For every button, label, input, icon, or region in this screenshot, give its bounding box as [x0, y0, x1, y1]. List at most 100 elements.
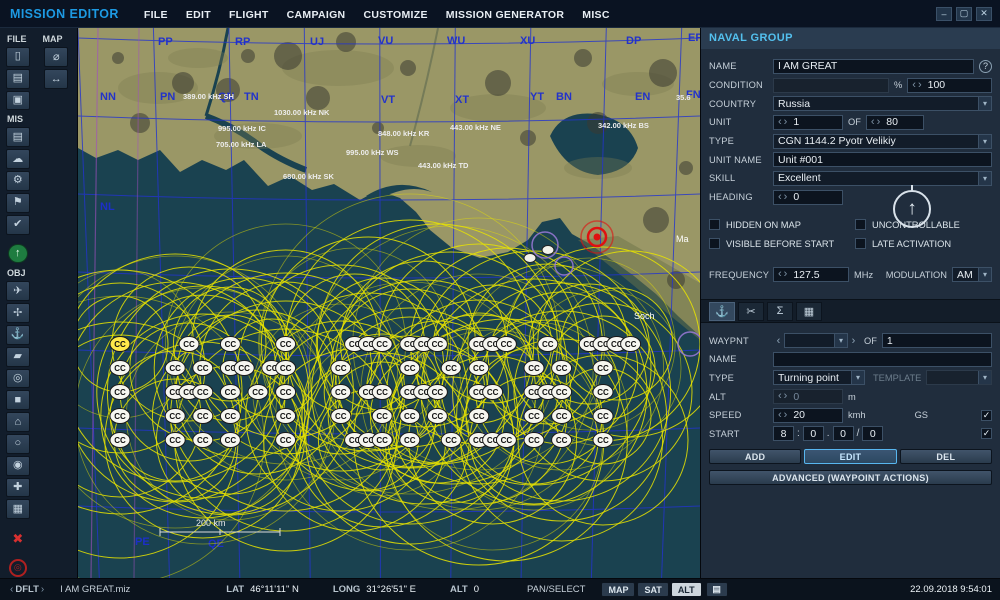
unit-badge[interactable]: CC [482, 384, 504, 400]
unit-badge[interactable]: CC [164, 408, 186, 424]
add-warehouse-button[interactable]: ▦ [5, 499, 30, 520]
unit-icon[interactable] [523, 253, 537, 263]
unit-badge[interactable]: CC [275, 336, 297, 352]
unit-badge[interactable]: CC [164, 360, 186, 376]
unit-badge[interactable]: CC [426, 408, 448, 424]
view-map-button[interactable]: MAP [601, 582, 636, 597]
unit-badge[interactable]: CC [192, 408, 214, 424]
unit-badge[interactable]: CC [551, 384, 573, 400]
spin-left-icon[interactable]: ‹ [778, 116, 782, 128]
country-select[interactable]: Russia ▾ [773, 96, 992, 112]
unit-badge[interactable]: CC [219, 432, 241, 448]
unit-badge[interactable]: CC [164, 432, 186, 448]
unit-badge[interactable]: CC [399, 408, 421, 424]
unit-badge[interactable]: CC [109, 408, 131, 424]
coord-mode[interactable]: DFLT [15, 584, 39, 595]
close-button[interactable]: ✕ [976, 6, 992, 21]
measure-tool-button[interactable]: ⌀ [44, 47, 69, 67]
map-layers-button[interactable]: ▤ [705, 582, 728, 597]
fly-mission-button[interactable]: ↑ [7, 243, 28, 264]
unit-badge[interactable]: CC [495, 432, 517, 448]
coord-mode-prev-button[interactable]: ‹ [10, 584, 13, 595]
advanced-waypoint-actions-button[interactable]: ADVANCED (WAYPOINT ACTIONS) [709, 470, 992, 486]
unit-badge[interactable]: CC [620, 336, 642, 352]
unit-name-input[interactable]: Unit #001 [773, 152, 992, 168]
unit-badge[interactable]: CC [592, 432, 614, 448]
heading-compass[interactable]: ↑ [893, 190, 931, 228]
start-hours-input[interactable]: 8 [773, 426, 794, 442]
next-waypoint-button[interactable]: › [848, 335, 859, 347]
add-building-button[interactable]: ⌂ [5, 412, 30, 432]
start-seconds-input[interactable]: 0 [832, 426, 854, 442]
unit-badge[interactable]: CC [551, 408, 573, 424]
tab-waypoints[interactable]: ⚓ [709, 301, 735, 321]
unit-badge[interactable]: CC [192, 360, 214, 376]
menu-edit[interactable]: EDIT [177, 9, 220, 21]
spin-right-icon[interactable]: › [784, 409, 788, 421]
unit-badge[interactable]: CC [192, 384, 214, 400]
edit-waypoint-button[interactable]: EDIT [804, 449, 897, 465]
unit-badge[interactable]: CC [247, 384, 269, 400]
unit-badge[interactable]: CC [109, 432, 131, 448]
tab-payload[interactable]: ▦ [796, 301, 822, 321]
unit-badge[interactable]: CC [219, 408, 241, 424]
unit-badge[interactable]: CC [440, 432, 462, 448]
checkbox-box[interactable] [709, 219, 720, 230]
spin-left-icon[interactable]: ‹ [912, 79, 916, 91]
unit-icon[interactable] [541, 245, 555, 255]
mission-options-button[interactable]: ⚙ [5, 171, 30, 191]
menu-file[interactable]: FILE [135, 9, 177, 21]
ed-logo[interactable]: ◎ [8, 559, 27, 577]
unit-badge[interactable]: CC [592, 408, 614, 424]
speed-spinner[interactable]: ‹ › 20 [773, 407, 843, 423]
unit-badge[interactable]: CC [275, 360, 297, 376]
add-static-object-button[interactable]: ■ [5, 390, 30, 411]
delete-object-button[interactable]: ✖ [6, 528, 30, 548]
unit-badge[interactable]: CC [192, 432, 214, 448]
waypoint-select[interactable]: ▾ [784, 333, 848, 349]
unit-badge[interactable]: CC [399, 432, 421, 448]
add-farp-button[interactable]: ✚ [5, 477, 30, 498]
weather-button[interactable]: ☁ [5, 149, 30, 170]
spin-left-icon[interactable]: ‹ [871, 116, 875, 128]
spin-right-icon[interactable]: › [784, 116, 788, 128]
checkbox-late-activation[interactable]: LATE ACTIVATION [855, 235, 992, 253]
unit-badge[interactable]: CC [109, 360, 131, 376]
unit-badge[interactable]: CC [468, 408, 490, 424]
unit-badge[interactable]: CC [468, 360, 490, 376]
unit-badge[interactable]: CC [219, 384, 241, 400]
minimize-button[interactable]: – [936, 6, 952, 21]
add-helicopter-button[interactable]: ✢ [5, 303, 30, 323]
open-mission-button[interactable]: ▤ [5, 68, 30, 89]
unit-badge[interactable]: CC [399, 360, 421, 376]
help-button[interactable]: ? [979, 59, 992, 73]
unit-count-spinner[interactable]: ‹ › 80 [865, 114, 924, 130]
unit-index-spinner[interactable]: ‹ › 1 [773, 114, 843, 130]
condition-probability-spinner[interactable]: ‹ › 100 [907, 77, 992, 93]
unit-badge[interactable]: CC [523, 408, 545, 424]
checkbox-visible-before-start[interactable]: VISIBLE BEFORE START [709, 235, 855, 253]
unit-badge[interactable]: CC [537, 336, 559, 352]
tab-route[interactable]: ✂ [738, 301, 764, 321]
unit-badge[interactable]: CC [275, 384, 297, 400]
menu-customize[interactable]: CUSTOMIZE [354, 9, 436, 21]
spin-left-icon[interactable]: ‹ [778, 409, 782, 421]
modulation-select[interactable]: AM ▾ [952, 267, 992, 283]
unit-badge[interactable]: CC [275, 432, 297, 448]
unit-type-select[interactable]: CGN 1144.2 Pyotr Velikiy ▾ [773, 133, 992, 149]
spin-left-icon[interactable]: ‹ [778, 269, 782, 280]
unit-badge[interactable]: CC [426, 384, 448, 400]
unit-badge[interactable]: CC [219, 336, 241, 352]
checkbox-hidden-on-map[interactable]: HIDDEN ON MAP [709, 216, 855, 234]
distance-tool-button[interactable]: ↔ [44, 69, 69, 89]
unit-badge[interactable]: CC [371, 336, 393, 352]
unit-badge[interactable]: CC [233, 360, 255, 376]
maximize-button[interactable]: ▢ [956, 6, 972, 21]
waypoint-name-input[interactable] [773, 351, 992, 367]
gs-checkbox[interactable]: ✓ [981, 409, 992, 421]
start-day-input[interactable]: 0 [862, 426, 884, 442]
checkbox-box[interactable] [855, 219, 866, 230]
add-air-defense-button[interactable]: ◎ [5, 368, 30, 389]
start-time-checkbox[interactable]: ✓ [981, 428, 992, 440]
unit-badge[interactable]: CC [440, 360, 462, 376]
